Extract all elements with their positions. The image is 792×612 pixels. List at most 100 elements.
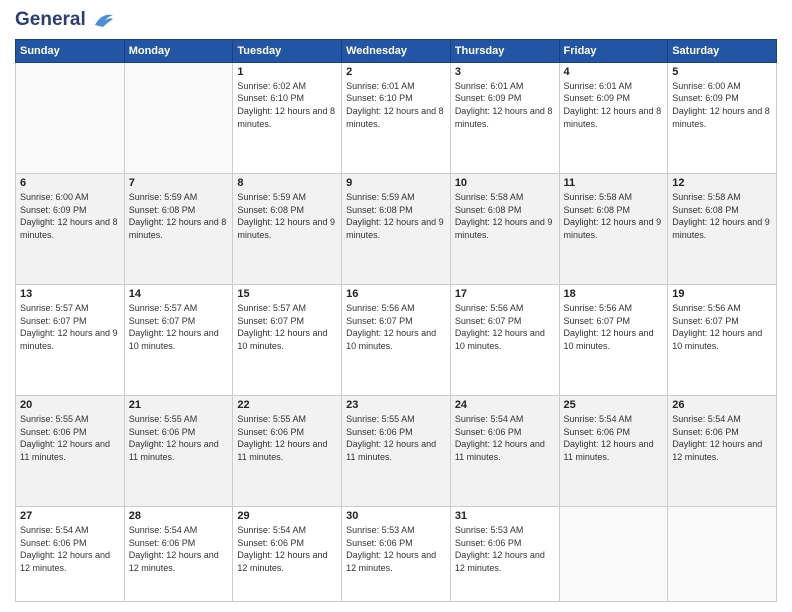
day-number: 21: [129, 399, 229, 411]
col-header-monday: Monday: [124, 39, 233, 62]
calendar-cell: 28Sunrise: 5:54 AM Sunset: 6:06 PM Dayli…: [124, 507, 233, 602]
day-number: 15: [237, 288, 337, 300]
day-info: Sunrise: 6:02 AM Sunset: 6:10 PM Dayligh…: [237, 80, 337, 130]
day-number: 16: [346, 288, 446, 300]
day-info: Sunrise: 5:56 AM Sunset: 6:07 PM Dayligh…: [564, 302, 664, 352]
day-info: Sunrise: 5:56 AM Sunset: 6:07 PM Dayligh…: [346, 302, 446, 352]
calendar-cell: 9 Sunrise: 5:59 AM Sunset: 6:08 PM Daylig…: [342, 173, 451, 284]
logo-bird-icon: [93, 11, 115, 29]
calendar-cell: 26Sunrise: 5:54 AM Sunset: 6:06 PM Dayli…: [668, 396, 777, 507]
day-number: 23: [346, 399, 446, 411]
calendar-cell: 15Sunrise: 5:57 AM Sunset: 6:07 PM Dayli…: [233, 285, 342, 396]
calendar-cell: [124, 62, 233, 173]
calendar-cell: [559, 507, 668, 602]
calendar-cell: 6Sunrise: 6:00 AM Sunset: 6:09 PM Daylig…: [16, 173, 125, 284]
day-number: 26: [672, 399, 772, 411]
day-info: Sunrise: 6:01 AM Sunset: 6:09 PM Dayligh…: [455, 80, 555, 130]
calendar-cell: 14 Sunrise: 5:57 AM Sunset: 6:07 PM Dayli…: [124, 285, 233, 396]
day-number: 31: [455, 510, 555, 522]
day-info: Sunrise: 5:56 AM Sunset: 6:07 PM Dayligh…: [672, 302, 772, 352]
calendar-cell: 17 Sunrise: 5:56 AM Sunset: 6:07 PM Dayli…: [450, 285, 559, 396]
day-info: Sunrise: 6:01 AM Sunset: 6:10 PM Dayligh…: [346, 80, 446, 130]
logo-general: General: [15, 10, 115, 31]
day-number: 2: [346, 66, 446, 78]
day-number: 27: [20, 510, 120, 522]
col-header-tuesday: Tuesday: [233, 39, 342, 62]
day-number: 19: [672, 288, 772, 300]
day-number: 10: [455, 177, 555, 189]
day-number: 5: [672, 66, 772, 78]
calendar-cell: 29Sunrise: 5:54 AM Sunset: 6:06 PM Dayli…: [233, 507, 342, 602]
calendar-cell: 24 Sunrise: 5:54 AM Sunset: 6:06 PM Dayli…: [450, 396, 559, 507]
day-number: 12: [672, 177, 772, 189]
calendar-cell: 16 Sunrise: 5:56 AM Sunset: 6:07 PM Dayli…: [342, 285, 451, 396]
day-info: Sunrise: 5:54 AM Sunset: 6:06 PM Dayligh…: [564, 413, 664, 463]
calendar-cell: 21 Sunrise: 5:55 AM Sunset: 6:06 PM Dayli…: [124, 396, 233, 507]
col-header-thursday: Thursday: [450, 39, 559, 62]
calendar-cell: 1Sunrise: 6:02 AM Sunset: 6:10 PM Daylig…: [233, 62, 342, 173]
day-info: Sunrise: 5:57 AM Sunset: 6:07 PM Dayligh…: [20, 302, 120, 352]
calendar-cell: 27 Sunrise: 5:54 AM Sunset: 6:06 PM Dayli…: [16, 507, 125, 602]
day-info: Sunrise: 5:58 AM Sunset: 6:08 PM Dayligh…: [672, 191, 772, 241]
col-header-friday: Friday: [559, 39, 668, 62]
calendar-cell: 25 Sunrise: 5:54 AM Sunset: 6:06 PM Dayli…: [559, 396, 668, 507]
calendar-cell: 20 Sunrise: 5:55 AM Sunset: 6:06 PM Dayli…: [16, 396, 125, 507]
day-info: Sunrise: 5:55 AM Sunset: 6:06 PM Dayligh…: [20, 413, 120, 463]
day-number: 29: [237, 510, 337, 522]
day-info: Sunrise: 5:54 AM Sunset: 6:06 PM Dayligh…: [455, 413, 555, 463]
col-header-wednesday: Wednesday: [342, 39, 451, 62]
day-info: Sunrise: 5:59 AM Sunset: 6:08 PM Dayligh…: [346, 191, 446, 241]
day-info: Sunrise: 5:56 AM Sunset: 6:07 PM Dayligh…: [455, 302, 555, 352]
calendar-cell: [16, 62, 125, 173]
col-header-saturday: Saturday: [668, 39, 777, 62]
day-number: 22: [237, 399, 337, 411]
day-info: Sunrise: 5:55 AM Sunset: 6:06 PM Dayligh…: [129, 413, 229, 463]
calendar-page: General SundayMondayTuesdayWednesdayThur…: [0, 0, 792, 612]
calendar-cell: [668, 507, 777, 602]
day-info: Sunrise: 5:55 AM Sunset: 6:06 PM Dayligh…: [237, 413, 337, 463]
calendar-cell: 5 Sunrise: 6:00 AM Sunset: 6:09 PM Daylig…: [668, 62, 777, 173]
day-number: 14: [129, 288, 229, 300]
day-info: Sunrise: 5:57 AM Sunset: 6:07 PM Dayligh…: [129, 302, 229, 352]
calendar-cell: 2 Sunrise: 6:01 AM Sunset: 6:10 PM Daylig…: [342, 62, 451, 173]
day-info: Sunrise: 5:53 AM Sunset: 6:06 PM Dayligh…: [346, 524, 446, 574]
day-number: 17: [455, 288, 555, 300]
calendar-cell: 7Sunrise: 5:59 AM Sunset: 6:08 PM Daylig…: [124, 173, 233, 284]
day-info: Sunrise: 5:54 AM Sunset: 6:06 PM Dayligh…: [20, 524, 120, 574]
day-info: Sunrise: 5:53 AM Sunset: 6:06 PM Dayligh…: [455, 524, 555, 574]
calendar-cell: 19 Sunrise: 5:56 AM Sunset: 6:07 PM Dayli…: [668, 285, 777, 396]
day-number: 3: [455, 66, 555, 78]
calendar-cell: 23 Sunrise: 5:55 AM Sunset: 6:06 PM Dayli…: [342, 396, 451, 507]
day-info: Sunrise: 6:00 AM Sunset: 6:09 PM Dayligh…: [672, 80, 772, 130]
col-header-sunday: Sunday: [16, 39, 125, 62]
day-number: 9: [346, 177, 446, 189]
calendar-cell: 30 Sunrise: 5:53 AM Sunset: 6:06 PM Dayli…: [342, 507, 451, 602]
calendar-cell: 22 Sunrise: 5:55 AM Sunset: 6:06 PM Dayli…: [233, 396, 342, 507]
logo: General: [15, 10, 115, 31]
day-number: 4: [564, 66, 664, 78]
header: General: [15, 10, 777, 31]
day-info: Sunrise: 5:58 AM Sunset: 6:08 PM Dayligh…: [564, 191, 664, 241]
day-number: 13: [20, 288, 120, 300]
day-number: 18: [564, 288, 664, 300]
calendar-table: SundayMondayTuesdayWednesdayThursdayFrid…: [15, 39, 777, 602]
calendar-cell: 8Sunrise: 5:59 AM Sunset: 6:08 PM Daylig…: [233, 173, 342, 284]
day-number: 25: [564, 399, 664, 411]
day-info: Sunrise: 5:58 AM Sunset: 6:08 PM Dayligh…: [455, 191, 555, 241]
calendar-cell: 31 Sunrise: 5:53 AM Sunset: 6:06 PM Dayli…: [450, 507, 559, 602]
day-info: Sunrise: 5:59 AM Sunset: 6:08 PM Dayligh…: [237, 191, 337, 241]
day-number: 11: [564, 177, 664, 189]
calendar-cell: 13 Sunrise: 5:57 AM Sunset: 6:07 PM Dayli…: [16, 285, 125, 396]
day-number: 30: [346, 510, 446, 522]
calendar-cell: 4 Sunrise: 6:01 AM Sunset: 6:09 PM Daylig…: [559, 62, 668, 173]
calendar-cell: 12 Sunrise: 5:58 AM Sunset: 6:08 PM Dayli…: [668, 173, 777, 284]
day-number: 28: [129, 510, 229, 522]
calendar-cell: 3 Sunrise: 6:01 AM Sunset: 6:09 PM Daylig…: [450, 62, 559, 173]
calendar-cell: 10 Sunrise: 5:58 AM Sunset: 6:08 PM Dayli…: [450, 173, 559, 284]
day-number: 20: [20, 399, 120, 411]
day-number: 24: [455, 399, 555, 411]
day-info: Sunrise: 6:01 AM Sunset: 6:09 PM Dayligh…: [564, 80, 664, 130]
calendar-cell: 18 Sunrise: 5:56 AM Sunset: 6:07 PM Dayli…: [559, 285, 668, 396]
day-info: Sunrise: 5:55 AM Sunset: 6:06 PM Dayligh…: [346, 413, 446, 463]
day-info: Sunrise: 5:59 AM Sunset: 6:08 PM Dayligh…: [129, 191, 229, 241]
